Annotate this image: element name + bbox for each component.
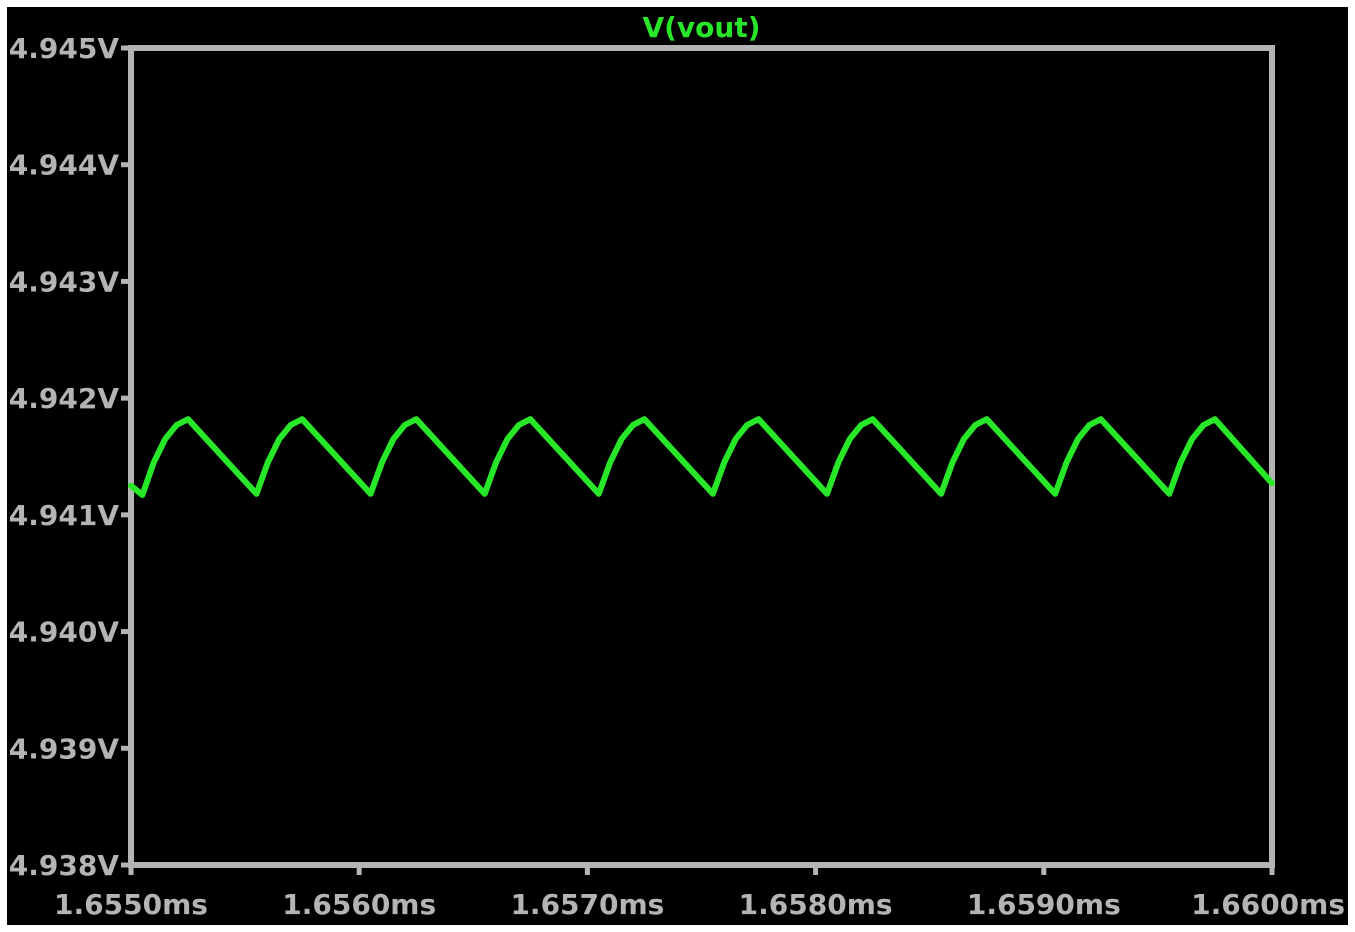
y-tick-label: 4.939V — [9, 732, 120, 765]
y-tick-label: 4.941V — [9, 499, 120, 532]
x-tick-label: 1.6580ms — [739, 888, 893, 921]
x-tick-label: 1.6570ms — [510, 888, 664, 921]
y-tick-label: 4.943V — [9, 265, 120, 298]
vout-trace[interactable] — [128, 416, 1275, 498]
y-tick-label: 4.942V — [9, 382, 120, 415]
y-axis: 4.945V 4.944V 4.943V 4.942V 4.941V 4.940V 4.93… — [9, 32, 131, 882]
y-tick-label: 4.944V — [9, 149, 120, 182]
waveform-viewer: V(vout) 4.945V 4.944V 4.943V 4.942V 4.941V 4.… — [7, 7, 1348, 925]
y-tick-label: 4.945V — [9, 32, 120, 65]
plot-frame — [128, 45, 1275, 868]
x-tick-label: 1.6550ms — [54, 888, 208, 921]
x-tick-label: 1.6600ms — [1191, 888, 1345, 921]
x-axis: 1.6550ms 1.6560ms 1.6570ms 1.6580ms 1.6590ms… — [54, 865, 1345, 921]
trace-title[interactable]: V(vout) — [642, 11, 760, 44]
voltage-plot[interactable]: V(vout) 4.945V4.944V4.943V4.942V4.941V4.… — [7, 7, 1348, 925]
y-tick-label: 4.938V — [9, 849, 120, 882]
x-tick-label: 1.6590ms — [967, 888, 1121, 921]
y-tick-label: 4.940V — [9, 616, 120, 649]
x-tick-label: 1.6560ms — [282, 888, 436, 921]
